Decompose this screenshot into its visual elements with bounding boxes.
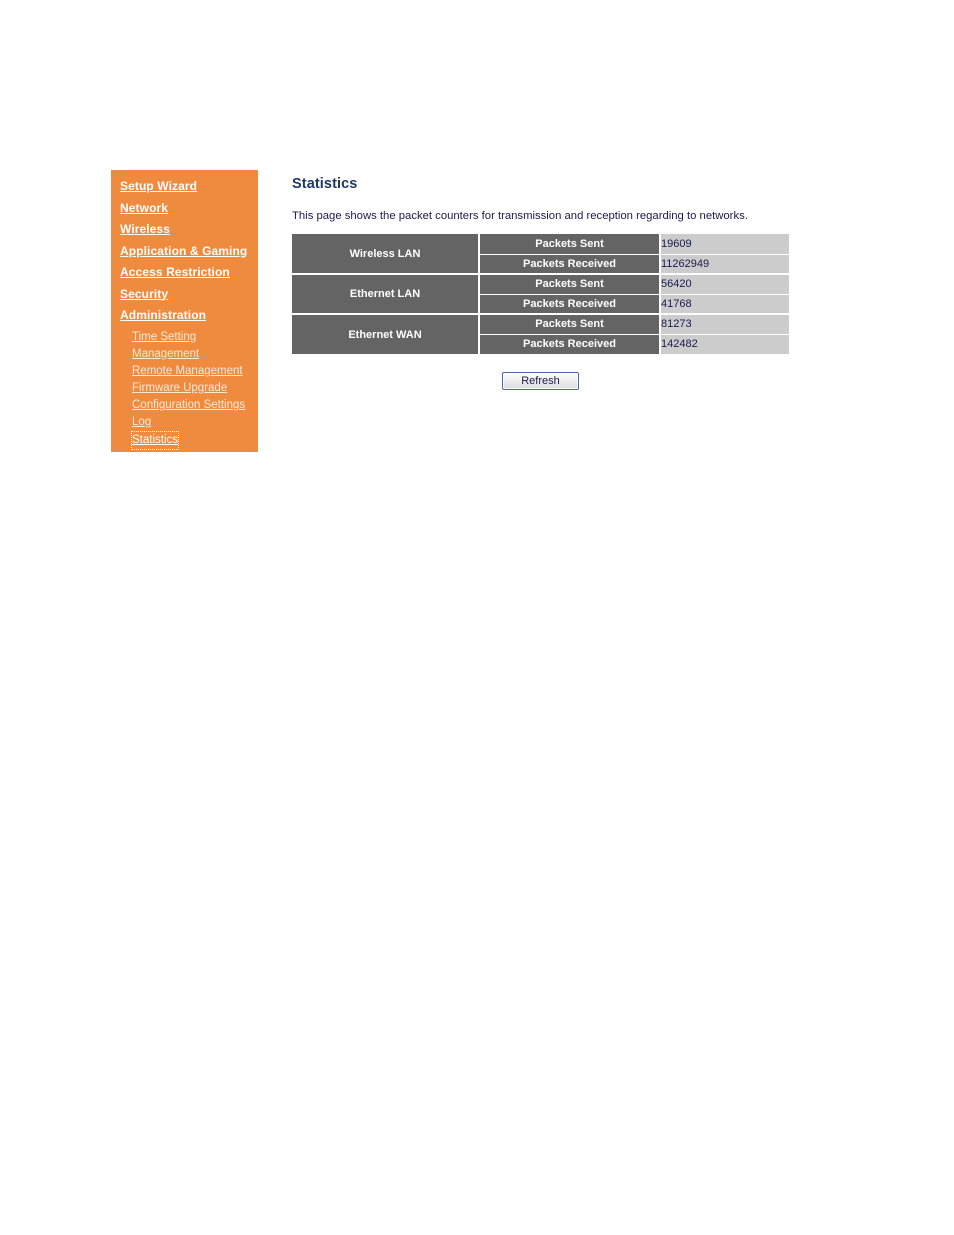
sidebar-subitem-row: Remote Management [111, 361, 258, 378]
main-content: Statistics This page shows the packet co… [292, 176, 792, 390]
table-row: Wireless LAN Packets Sent 19609 [292, 234, 789, 275]
sidebar-item-network[interactable]: Network [111, 198, 258, 220]
interface-label-ethernet-lan: Ethernet LAN [292, 274, 479, 315]
router-admin-page: Setup Wizard Network Wireless Applicatio… [0, 0, 954, 1235]
sidebar-subitem-row: Statistics [111, 430, 258, 450]
metric-label-packets-received: Packets Received [478, 254, 660, 275]
sidebar-subitem-row: Configuration Settings [111, 395, 258, 412]
metric-label-packets-sent: Packets Sent [478, 314, 660, 335]
refresh-button[interactable]: Refresh [502, 372, 579, 390]
metric-value-packets-sent: 19609 [659, 234, 789, 255]
sidebar-item-access-restriction[interactable]: Access Restriction [111, 262, 258, 284]
table-row: Ethernet WAN Packets Sent 81273 [292, 314, 789, 354]
sidebar-item-wireless[interactable]: Wireless [111, 219, 258, 241]
page-title: Statistics [292, 176, 358, 192]
metric-value-packets-sent: 56420 [659, 274, 789, 295]
sidebar-subitem-row: Time Setting [111, 327, 258, 344]
sidebar-item-security[interactable]: Security [111, 284, 258, 306]
metric-value-packets-received: 142482 [659, 334, 789, 354]
interface-label-wireless-lan: Wireless LAN [292, 234, 479, 275]
sidebar-subitem-statistics[interactable]: Statistics [130, 430, 180, 450]
button-row: Refresh [292, 371, 789, 390]
metric-value-packets-received: 11262949 [659, 254, 789, 275]
sidebar-subitem-row: Management [111, 344, 258, 361]
sidebar-item-setup-wizard[interactable]: Setup Wizard [111, 176, 258, 198]
metric-label-packets-sent: Packets Sent [478, 274, 660, 295]
metric-label-packets-sent: Packets Sent [478, 234, 660, 255]
sidebar-item-application-and-gaming[interactable]: Application & Gaming [111, 241, 258, 263]
page-description: This page shows the packet counters for … [292, 210, 748, 222]
metric-label-packets-received: Packets Received [478, 334, 660, 354]
sidebar-subitem-row: Firmware Upgrade [111, 378, 258, 395]
metric-value-packets-sent: 81273 [659, 314, 789, 335]
sidebar-subitem-row: Log [111, 412, 258, 429]
table-row: Ethernet LAN Packets Sent 56420 [292, 274, 789, 315]
sidebar-item-administration[interactable]: Administration [111, 305, 258, 327]
interface-label-ethernet-wan: Ethernet WAN [292, 314, 479, 354]
metric-value-packets-received: 41768 [659, 294, 789, 315]
metric-label-packets-received: Packets Received [478, 294, 660, 315]
sidebar-navigation: Setup Wizard Network Wireless Applicatio… [111, 170, 258, 452]
statistics-table: Wireless LAN Packets Sent 19609 Packets … [292, 234, 789, 354]
